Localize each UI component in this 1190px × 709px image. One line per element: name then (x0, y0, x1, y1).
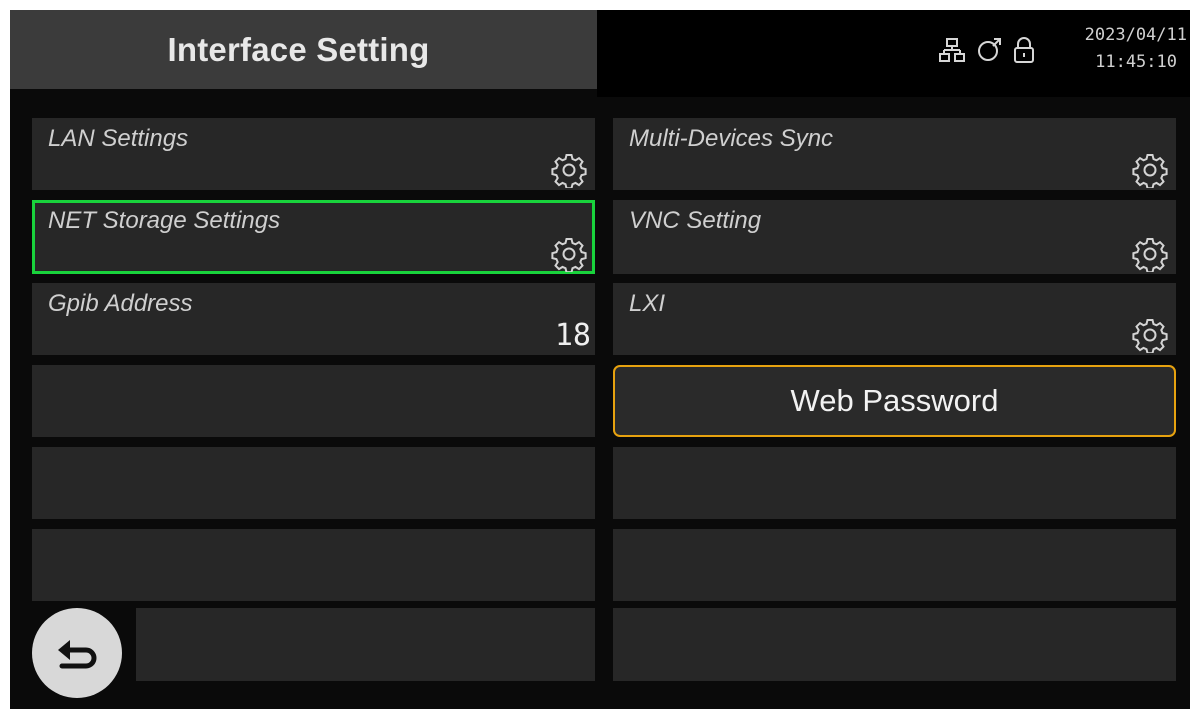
lxi-item[interactable]: LXI (613, 283, 1176, 355)
lxi-label: LXI (629, 290, 666, 317)
usb-sync-icon (978, 38, 1001, 61)
back-button[interactable] (32, 608, 122, 698)
lock-icon (1014, 37, 1034, 63)
status-bar: 2023/04/11 11:45:10 (597, 10, 1190, 97)
gear-icon[interactable] (1132, 317, 1168, 353)
empty-item (32, 365, 595, 437)
multi-devices-sync-label: Multi-Devices Sync (629, 125, 834, 152)
back-arrow-icon (58, 640, 97, 669)
gear-icon[interactable] (551, 152, 587, 188)
time-text: 11:45:10 (1095, 52, 1177, 72)
multi-devices-sync-item[interactable]: Multi-Devices Sync (613, 118, 1176, 190)
lan-settings-label: LAN Settings (48, 125, 189, 152)
web-password-label: Web Password (790, 383, 999, 418)
net-storage-settings-label: NET Storage Settings (48, 207, 281, 234)
gpib-address-item[interactable]: Gpib Address 18 (32, 283, 595, 355)
empty-item (32, 529, 595, 601)
empty-item (613, 608, 1176, 681)
vnc-setting-label: VNC Setting (629, 207, 762, 234)
interface-setting-screen: Interface Setting 2023/04/11 11:45:10 LA… (10, 10, 1190, 709)
network-icon (939, 38, 965, 62)
date-text: 2023/04/11 (1084, 25, 1187, 45)
lan-settings-item[interactable]: LAN Settings (32, 118, 595, 190)
page-title: Interface Setting (167, 30, 430, 68)
title-bar: Interface Setting (10, 10, 597, 89)
net-storage-settings-item[interactable]: NET Storage Settings (32, 200, 595, 274)
gear-icon[interactable] (1132, 236, 1168, 272)
datetime: 2023/04/11 11:45:10 (1085, 22, 1187, 76)
gear-icon[interactable] (551, 236, 587, 272)
vnc-setting-item[interactable]: VNC Setting (613, 200, 1176, 274)
gear-icon[interactable] (1132, 152, 1168, 188)
empty-item (136, 608, 595, 681)
gpib-address-value: 18 (554, 318, 591, 353)
empty-item (613, 447, 1176, 519)
empty-item (32, 447, 595, 519)
gpib-address-label: Gpib Address (48, 290, 193, 317)
header-divider (10, 89, 597, 97)
empty-item (613, 529, 1176, 601)
status-icons (939, 36, 1035, 64)
web-password-button[interactable]: Web Password (613, 365, 1176, 437)
